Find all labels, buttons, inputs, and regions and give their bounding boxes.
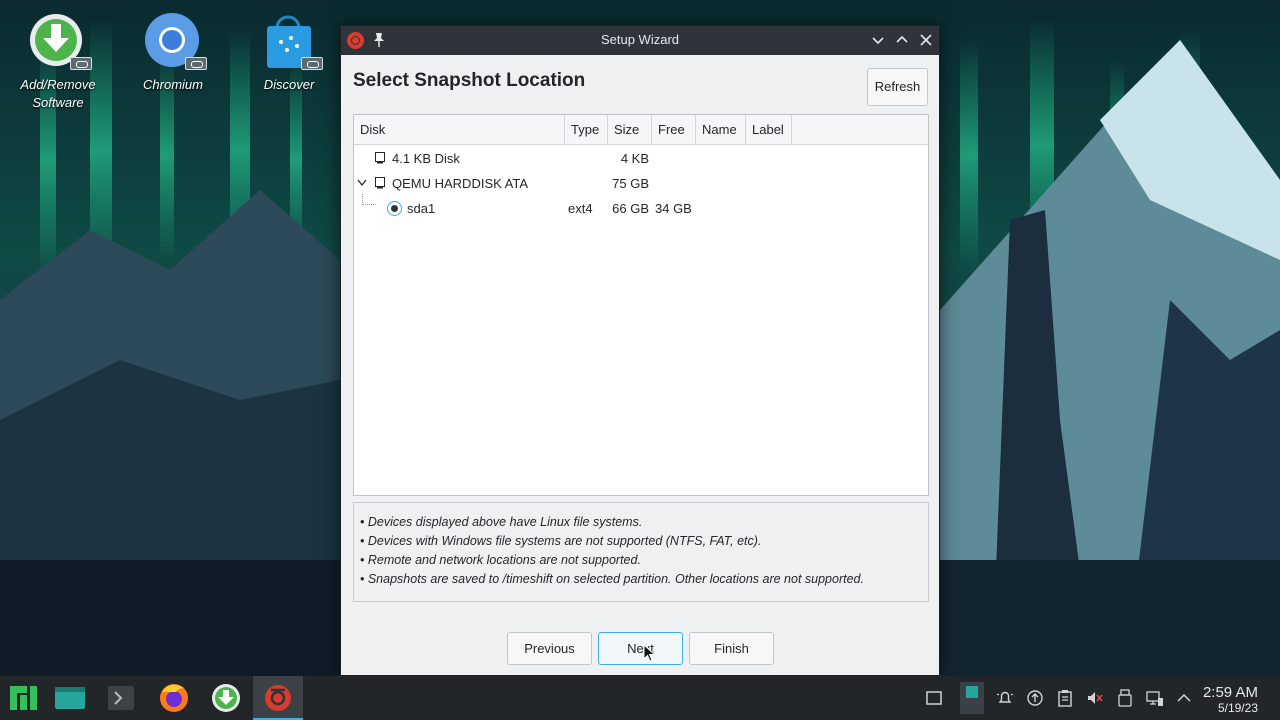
info-notes: • Devices displayed above have Linux fil…	[353, 502, 929, 602]
download-arrow-icon	[28, 12, 92, 72]
column-header-name[interactable]: Name	[696, 115, 746, 145]
disk-icon	[375, 152, 385, 164]
column-header-size[interactable]: Size	[608, 115, 652, 145]
desktop-icon-label: Discover	[263, 77, 315, 92]
updates-icon[interactable]	[1026, 688, 1044, 708]
desktop-icon-label: Chromium	[143, 77, 203, 92]
column-header-free[interactable]: Free	[652, 115, 696, 145]
cell-free: 34 GB	[655, 201, 692, 216]
firefox-icon[interactable]	[149, 676, 199, 720]
setup-wizard-window: Setup Wizard Select Snapshot Location Re…	[340, 25, 940, 676]
chromium-icon	[143, 12, 207, 72]
note-line: • Devices with Windows file systems are …	[360, 534, 762, 548]
note-line: • Remote and network locations are not s…	[360, 553, 641, 567]
cell-size: 4 KB	[620, 151, 649, 166]
discover-bag-icon	[259, 12, 323, 72]
clock[interactable]: 2:59 AM 5/19/23	[1203, 684, 1258, 715]
link-badge-icon	[185, 57, 207, 70]
clock-time: 2:59 AM	[1202, 684, 1258, 701]
show-desktop-icon[interactable]	[925, 688, 943, 708]
desktop-icon-chromium[interactable]: Chromium	[118, 12, 228, 94]
desktop-icon-discover[interactable]: Discover	[234, 12, 344, 94]
chevron-down-icon[interactable]	[357, 179, 367, 187]
desktop-icon-add-remove-software[interactable]: Add/Remove Software	[3, 12, 113, 112]
link-badge-icon	[301, 57, 323, 70]
mouse-cursor-icon	[643, 644, 655, 662]
clipboard-icon[interactable]	[1056, 688, 1074, 708]
refresh-button[interactable]: Refresh	[867, 68, 928, 106]
minimize-icon[interactable]	[869, 31, 887, 49]
close-icon[interactable]	[917, 31, 935, 49]
notifications-icon[interactable]	[996, 688, 1014, 708]
window-title: Setup Wizard	[600, 32, 680, 47]
cell-disk: sda1	[407, 201, 436, 216]
expand-tray-icon[interactable]	[1175, 688, 1193, 708]
software-install-icon[interactable]	[201, 676, 251, 720]
cell-type: ext4	[568, 201, 593, 216]
page-title: Select Snapshot Location	[353, 70, 586, 91]
tree-row-disk[interactable]: 4.1 KB Disk 4 KB	[354, 146, 928, 171]
previous-button[interactable]: Previous	[507, 632, 592, 665]
tree-header: Disk Type Size Free Name Label	[354, 115, 928, 145]
manjaro-menu-icon[interactable]	[0, 676, 50, 720]
column-header-disk[interactable]: Disk	[354, 115, 565, 145]
network-icon[interactable]	[1146, 688, 1164, 708]
tree-connector	[362, 194, 376, 205]
maximize-icon[interactable]	[893, 31, 911, 49]
note-line: • Snapshots are saved to /timeshift on s…	[360, 572, 864, 586]
partition-radio[interactable]	[387, 201, 402, 216]
desktop-icon-label: Add/Remove	[20, 77, 96, 92]
desktop-icon-label: Software	[32, 95, 84, 110]
timeshift-icon[interactable]	[253, 676, 303, 720]
next-button[interactable]: Next	[598, 632, 683, 665]
usb-icon[interactable]	[1116, 688, 1134, 708]
volume-muted-icon[interactable]	[1086, 688, 1104, 708]
column-header-label[interactable]: Label	[746, 115, 792, 145]
pager-icon[interactable]	[960, 682, 984, 714]
column-header-type[interactable]: Type	[565, 115, 608, 145]
file-manager-icon[interactable]	[45, 676, 95, 720]
cell-size: 75 GB	[612, 176, 649, 191]
link-badge-icon	[70, 57, 92, 70]
cell-disk: QEMU HARDDISK ATA	[392, 176, 529, 191]
finish-button[interactable]: Finish	[689, 632, 774, 665]
tree-row-partition[interactable]: sda1 ext4 66 GB 34 GB	[354, 194, 928, 221]
cell-size: 66 GB	[612, 201, 649, 216]
terminal-icon[interactable]	[97, 676, 147, 720]
clock-date: 5/19/23	[1217, 701, 1258, 715]
disk-tree[interactable]: Disk Type Size Free Name Label 4.1 KB Di…	[353, 114, 929, 496]
tree-row-disk[interactable]: QEMU HARDDISK ATA 75 GB	[354, 171, 928, 196]
taskbar: 2:59 AM 5/19/23	[0, 676, 1280, 720]
window-titlebar[interactable]: Setup Wizard	[341, 26, 939, 55]
note-line: • Devices displayed above have Linux fil…	[360, 515, 643, 529]
disk-icon	[375, 177, 385, 189]
cell-disk: 4.1 KB Disk	[392, 151, 460, 166]
